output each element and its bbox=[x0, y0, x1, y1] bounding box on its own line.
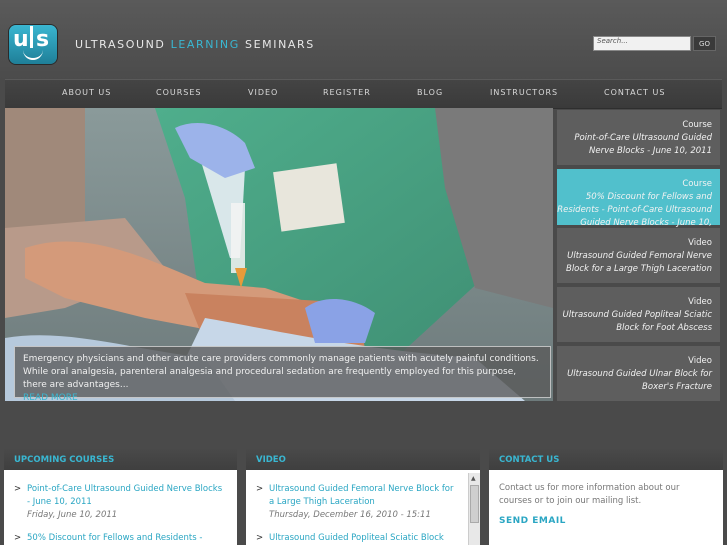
featured-item-title: Point-of-Care Ultrasound Guided Nerve Bl… bbox=[574, 133, 712, 156]
nav-about-us[interactable]: ABOUT US bbox=[62, 88, 111, 97]
arrow-right-icon: > bbox=[14, 533, 22, 543]
upcoming-courses-panel: UPCOMING COURSES > Point-of-Care Ultraso… bbox=[4, 448, 237, 545]
nav-instructors[interactable]: INSTRUCTORS bbox=[490, 88, 558, 97]
featured-item-title: Ultrasound Guided Popliteal Sciatic Bloc… bbox=[562, 310, 712, 333]
featured-item[interactable]: Video Ultrasound Guided Femoral Nerve Bl… bbox=[557, 228, 720, 283]
search-go-button[interactable]: GO bbox=[693, 36, 716, 51]
arrow-right-icon: > bbox=[256, 484, 264, 494]
nav-blog[interactable]: BLOG bbox=[417, 88, 443, 97]
list-item[interactable]: > 50% Discount for Fellows and Residents… bbox=[14, 532, 234, 545]
site-title-word-1: ULTRASOUND bbox=[75, 38, 166, 51]
logo-letter-u: u bbox=[13, 27, 29, 52]
video-scrollbar[interactable]: ▲ bbox=[468, 473, 480, 545]
list-item-date: Thursday, December 16, 2010 - 15:11 bbox=[269, 510, 431, 520]
arrow-right-icon: > bbox=[256, 533, 264, 543]
list-item[interactable]: > Point-of-Care Ultrasound Guided Nerve … bbox=[14, 483, 234, 523]
logo-smile-icon bbox=[23, 50, 43, 60]
contact-text: Contact us for more information about ou… bbox=[499, 483, 680, 506]
featured-item-title: Ultrasound Guided Femoral Nerve Block fo… bbox=[565, 251, 712, 274]
site-title[interactable]: ULTRASOUND LEARNING SEMINARS bbox=[75, 38, 315, 51]
site-title-word-3: SEMINARS bbox=[245, 38, 315, 51]
nav-contact-us[interactable]: CONTACT US bbox=[604, 88, 665, 97]
scrollbar-thumb[interactable] bbox=[470, 485, 479, 523]
featured-item-active[interactable]: Course 50% Discount for Fellows and Resi… bbox=[557, 169, 720, 241]
featured-item-kind: Video bbox=[688, 297, 712, 307]
scroll-up-icon[interactable]: ▲ bbox=[471, 475, 476, 482]
list-item-title[interactable]: Ultrasound Guided Femoral Nerve Block fo… bbox=[269, 483, 459, 509]
featured-item[interactable]: Course Point-of-Care Ultrasound Guided N… bbox=[557, 110, 720, 165]
list-item-title[interactable]: Point-of-Care Ultrasound Guided Nerve Bl… bbox=[27, 483, 227, 509]
search-input[interactable]: Search... bbox=[593, 36, 691, 51]
featured-item[interactable]: Video Ultrasound Guided Popliteal Sciati… bbox=[557, 287, 720, 342]
logo[interactable]: u s bbox=[9, 25, 57, 64]
featured-item[interactable]: Video Ultrasound Guided Ulnar Block for … bbox=[557, 346, 720, 401]
nav-courses[interactable]: COURSES bbox=[156, 88, 202, 97]
main-nav: ABOUT US COURSES VIDEO REGISTER BLOG INS… bbox=[5, 79, 722, 109]
list-item-title[interactable]: Ultrasound Guided Popliteal Sciatic Bloc… bbox=[269, 532, 459, 545]
list-item[interactable]: > Ultrasound Guided Popliteal Sciatic Bl… bbox=[256, 532, 466, 545]
arrow-right-icon: > bbox=[14, 484, 22, 494]
nav-video[interactable]: VIDEO bbox=[248, 88, 278, 97]
list-item-date: Friday, June 10, 2011 bbox=[27, 510, 118, 520]
list-item-title[interactable]: 50% Discount for Fellows and Residents - bbox=[27, 532, 227, 545]
featured-item-kind: Course bbox=[682, 179, 712, 189]
contact-heading: CONTACT US bbox=[489, 448, 723, 470]
header: u s ULTRASOUND LEARNING SEMINARS Search.… bbox=[0, 0, 727, 80]
hero-bottom-band bbox=[0, 402, 727, 442]
logo-bar bbox=[30, 26, 33, 48]
featured-item-title: Ultrasound Guided Ulnar Block for Boxer'… bbox=[567, 369, 712, 392]
upcoming-courses-heading: UPCOMING COURSES bbox=[4, 448, 237, 470]
hero-caption: Emergency physicians and other acute car… bbox=[14, 346, 551, 401]
read-more-link[interactable]: READ MORE bbox=[23, 393, 78, 401]
video-heading: VIDEO bbox=[246, 448, 480, 470]
send-email-link[interactable]: SEND EMAIL bbox=[499, 516, 566, 526]
nav-register[interactable]: REGISTER bbox=[323, 88, 371, 97]
list-item[interactable]: > Ultrasound Guided Femoral Nerve Block … bbox=[256, 483, 466, 523]
logo-letter-s: s bbox=[36, 27, 50, 52]
featured-item-kind: Course bbox=[682, 120, 712, 130]
video-panel: VIDEO > Ultrasound Guided Femoral Nerve … bbox=[246, 448, 480, 545]
featured-item-kind: Video bbox=[688, 238, 712, 248]
contact-panel: CONTACT US Contact us for more informati… bbox=[489, 448, 723, 545]
hero-caption-text: Emergency physicians and other acute car… bbox=[23, 354, 539, 390]
hero-slideshow[interactable]: Emergency physicians and other acute car… bbox=[5, 108, 553, 401]
featured-item-kind: Video bbox=[688, 356, 712, 366]
site-title-word-2: LEARNING bbox=[170, 38, 240, 51]
